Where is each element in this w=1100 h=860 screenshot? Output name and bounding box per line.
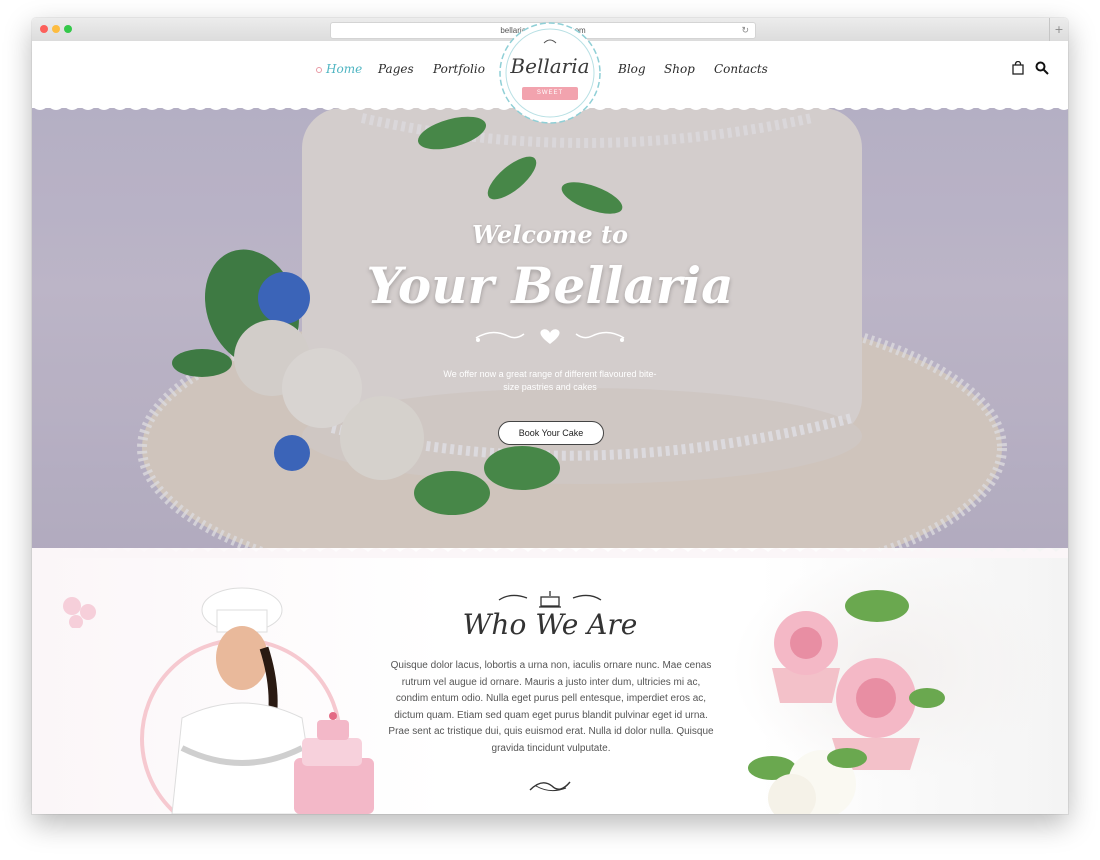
book-your-cake-button[interactable]: Book Your Cake: [498, 421, 604, 445]
heart-divider-icon: [475, 329, 625, 344]
nav-pages[interactable]: Pages: [378, 62, 414, 76]
hero-banner: Welcome to Your Bellaria We offer now a …: [32, 108, 1068, 558]
nav-blog[interactable]: Blog: [618, 62, 646, 76]
hero-title: Your Bellaria: [366, 256, 734, 315]
bottom-scallop-border: [32, 544, 1068, 558]
close-window-button[interactable]: [40, 25, 48, 33]
active-nav-bullet: [316, 67, 322, 73]
hero-welcome-text: Welcome to: [471, 220, 629, 249]
browser-window: bellaria.cwsthemes.com ↻ +: [32, 18, 1068, 814]
logo-subtitle: SWEET BAKERY: [522, 87, 578, 109]
search-icon[interactable]: [1035, 61, 1049, 75]
rose-cupcakes-image: [748, 590, 945, 814]
nav-portfolio[interactable]: Portfolio: [433, 62, 485, 76]
nav-contacts[interactable]: Contacts: [714, 62, 768, 76]
minimize-window-button[interactable]: [52, 25, 60, 33]
logo-title: Bellaria: [510, 54, 590, 78]
hero-description: We offer now a great range of different …: [443, 369, 657, 392]
nav-shop[interactable]: Shop: [664, 62, 695, 76]
new-tab-button[interactable]: +: [1049, 18, 1068, 41]
nav-home[interactable]: Home: [326, 62, 362, 76]
flourish-icon: [529, 781, 571, 792]
who-we-are-section: Who We Are Quisque dolor lacus, lobortis…: [32, 548, 1068, 814]
bellaria-logo[interactable]: Bellaria SWEET BAKERY: [498, 21, 602, 125]
cake-ornament-icon: [498, 591, 602, 608]
reload-icon[interactable]: ↻: [741, 23, 749, 38]
shopping-bag-icon[interactable]: [1012, 61, 1024, 75]
zoom-window-button[interactable]: [64, 25, 72, 33]
section-description: Quisque dolor lacus, lobortis a urna non…: [388, 660, 714, 754]
